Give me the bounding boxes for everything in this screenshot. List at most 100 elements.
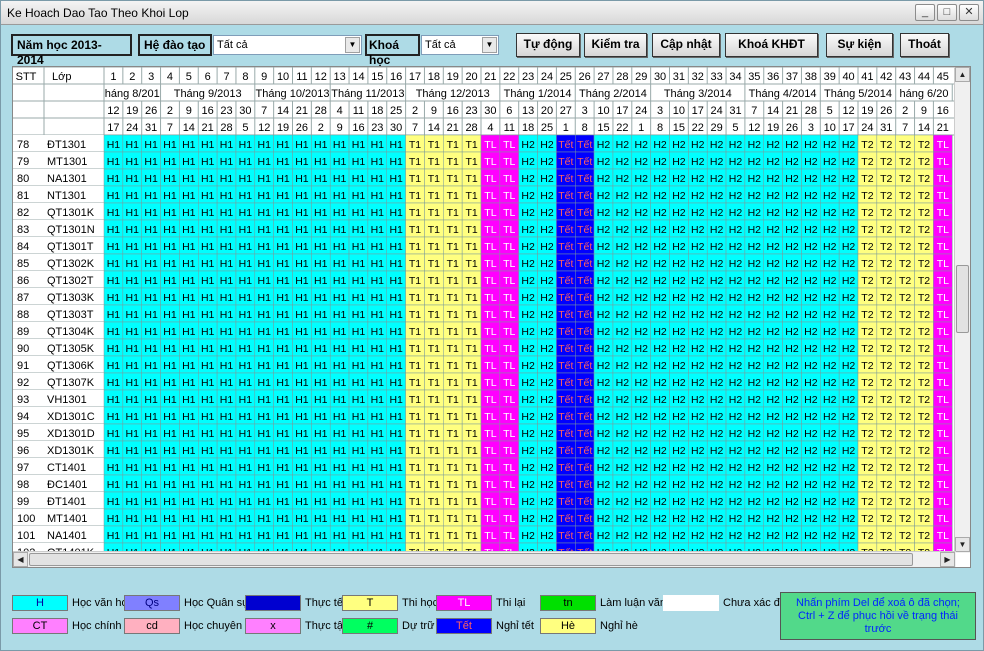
plan-cell: H1 [276, 258, 290, 270]
plan-cell: T2 [880, 343, 892, 355]
plan-cell: H1 [258, 411, 272, 423]
plan-cell: H2 [710, 241, 724, 253]
plan-cell: T1 [447, 292, 459, 304]
plan-cell: T2 [918, 377, 930, 389]
plan-cell: H1 [371, 428, 385, 440]
scroll-down-icon[interactable]: ▼ [955, 537, 970, 552]
plan-cell: H1 [333, 479, 347, 491]
plan-cell: H1 [371, 394, 385, 406]
plan-cell: H2 [729, 258, 743, 270]
plan-cell: H2 [521, 360, 535, 372]
plan-cell: H2 [785, 530, 799, 542]
plan-cell: H2 [785, 292, 799, 304]
lock-plan-button[interactable]: Khoá KHĐT [725, 33, 818, 57]
plan-cell: H2 [804, 343, 818, 355]
plan-cell: H1 [107, 275, 121, 287]
plan-cell: H2 [635, 156, 649, 168]
training-plan-grid[interactable]: STT Lớp 1 2 3 4 5 6 7 8 9 10 11 12 13 14 15 16 17 18 19 20 21 2… [12, 66, 971, 568]
plan-cell: H1 [314, 360, 328, 372]
plan-cell: TL [503, 445, 515, 457]
plan-cell: H1 [258, 360, 272, 372]
plan-cell: H1 [182, 411, 196, 423]
plan-cell: H2 [823, 326, 837, 338]
plan-cell: H2 [691, 530, 705, 542]
plan-cell: H2 [785, 156, 799, 168]
plan-cell: H2 [635, 428, 649, 440]
plan-cell: H2 [729, 530, 743, 542]
chevron-down-icon[interactable]: ▼ [345, 37, 360, 53]
plan-cell: H1 [107, 139, 121, 151]
week-end-day-cell: 5 [732, 122, 738, 134]
plan-cell: H1 [389, 139, 403, 151]
plan-cell: H2 [748, 224, 762, 236]
plan-cell: H2 [616, 139, 630, 151]
plan-cell: H1 [182, 156, 196, 168]
plan-cell: H2 [691, 224, 705, 236]
horizontal-scroll-thumb[interactable] [29, 553, 913, 566]
plan-cell: H2 [823, 258, 837, 270]
vertical-scrollbar[interactable]: ▲ ▼ [954, 67, 970, 553]
plan-cell: H2 [635, 530, 649, 542]
plan-cell: T2 [918, 428, 930, 440]
plan-cell: H2 [540, 207, 554, 219]
plan-cell: H2 [653, 530, 667, 542]
week-number-cell: 20 [465, 71, 477, 83]
plan-cell: H2 [635, 275, 649, 287]
plan-cell: H1 [333, 258, 347, 270]
legend-label: Dự trữ [402, 619, 435, 632]
vertical-scroll-thumb[interactable] [956, 265, 969, 333]
plan-cell: H1 [258, 445, 272, 457]
close-icon[interactable]: ✕ [959, 4, 979, 21]
plan-cell: H1 [220, 190, 234, 202]
plan-cell: T1 [465, 139, 477, 151]
plan-cell: H2 [748, 309, 762, 321]
window-title: Ke Hoach Dao Tao Theo Khoi Lop [7, 6, 189, 20]
scroll-left-icon[interactable]: ◀ [13, 552, 28, 567]
plan-cell: H2 [823, 462, 837, 474]
scroll-right-icon[interactable]: ▶ [940, 552, 955, 567]
row-class-cell: NT1301 [47, 190, 86, 202]
plan-cell: H2 [748, 445, 762, 457]
plan-cell: H2 [766, 207, 780, 219]
plan-cell: H1 [220, 156, 234, 168]
plan-cell: T2 [861, 394, 873, 406]
course-select[interactable]: Tất cả ▼ [421, 35, 499, 55]
plan-cell: H2 [710, 156, 724, 168]
check-button[interactable]: Kiểm tra [584, 33, 647, 57]
plan-cell: H2 [748, 428, 762, 440]
plan-cell: TL [484, 360, 496, 372]
auto-button[interactable]: Tự động [516, 33, 580, 57]
plan-cell: H1 [389, 190, 403, 202]
row-stt-cell: 80 [17, 173, 29, 185]
plan-cell: T2 [880, 360, 892, 372]
plan-cell: H2 [842, 156, 856, 168]
plan-cell: H1 [220, 224, 234, 236]
month-header-cell: Tháng 10/2013 [255, 88, 329, 100]
horizontal-scrollbar[interactable]: ◀ ▶ [13, 551, 956, 567]
events-button[interactable]: Sự kiện [826, 33, 893, 57]
update-button[interactable]: Cập nhật [652, 33, 720, 57]
chevron-down-icon[interactable]: ▼ [482, 37, 497, 53]
scroll-up-icon[interactable]: ▲ [955, 67, 970, 82]
plan-cell: H1 [333, 156, 347, 168]
legend-item: Thực tế [245, 594, 343, 611]
plan-cell: H1 [239, 462, 253, 474]
plan-cell: H1 [239, 445, 253, 457]
education-system-select[interactable]: Tất cả ▼ [213, 35, 362, 55]
plan-cell: H1 [107, 479, 121, 491]
plan-cell: H1 [314, 411, 328, 423]
plan-cell: H1 [352, 309, 366, 321]
plan-cell: T1 [409, 207, 421, 219]
plan-cell: H1 [144, 292, 158, 304]
plan-cell: H1 [276, 360, 290, 372]
maximize-icon[interactable]: □ [937, 4, 957, 21]
plan-cell: H2 [785, 190, 799, 202]
minimize-icon[interactable]: _ [915, 4, 935, 21]
plan-cell: TL [484, 258, 496, 270]
exit-button[interactable]: Thoát [900, 33, 949, 57]
plan-cell: H2 [842, 309, 856, 321]
plan-cell: H2 [672, 292, 686, 304]
plan-cell: T1 [428, 479, 440, 491]
plan-cell: T2 [918, 156, 930, 168]
plan-cell: H2 [823, 377, 837, 389]
